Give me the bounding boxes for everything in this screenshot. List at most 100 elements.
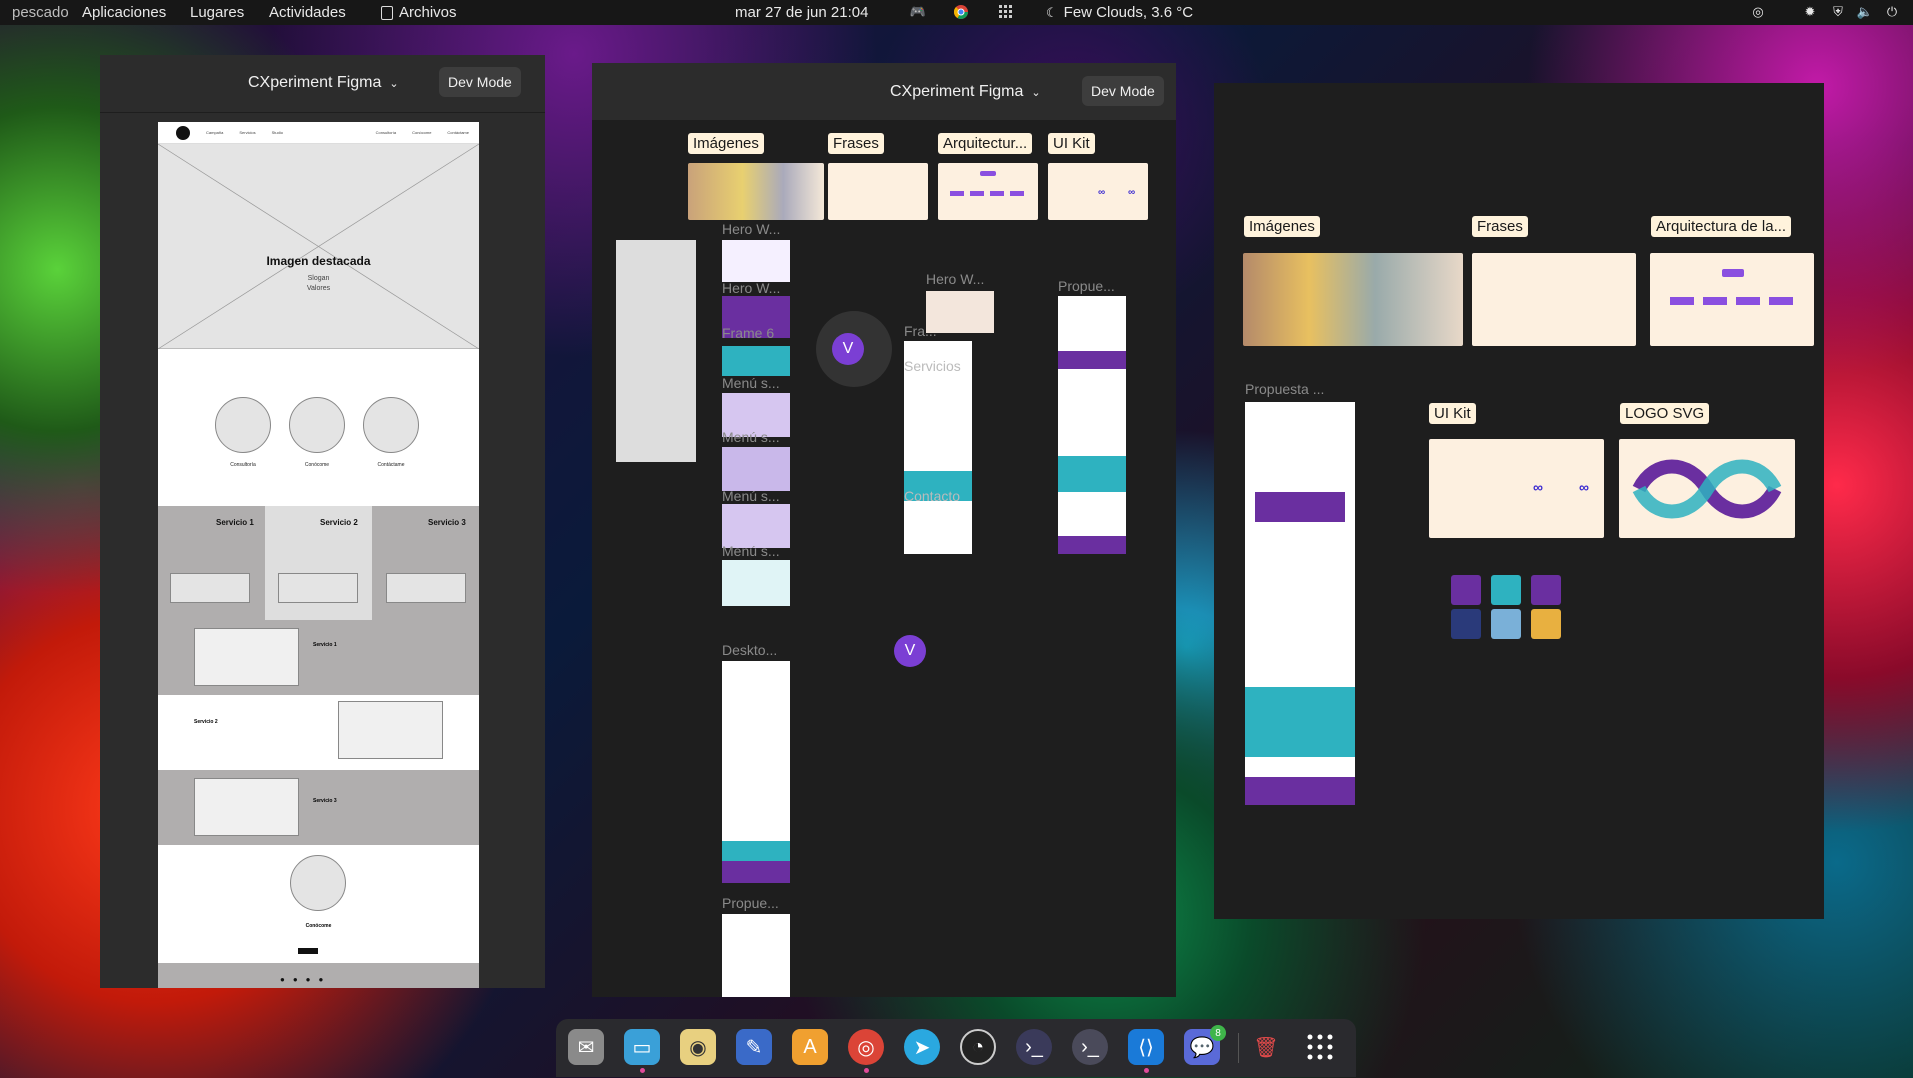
images-thumbnail[interactable] <box>688 163 824 220</box>
card-component[interactable] <box>1491 575 1521 605</box>
hero-frame[interactable] <box>722 240 790 282</box>
files-icon[interactable]: ▭ <box>624 1029 660 1065</box>
section-label[interactable]: Frases <box>828 133 884 154</box>
frame-label[interactable]: Hero W... <box>722 280 780 296</box>
card-component[interactable] <box>1531 575 1561 605</box>
circle-placeholder <box>289 397 345 453</box>
proposal-frame[interactable] <box>1245 402 1355 805</box>
menu-frame[interactable] <box>722 504 790 548</box>
section-label[interactable]: LOGO SVG <box>1620 403 1710 424</box>
frame-label[interactable]: Hero W... <box>926 271 984 287</box>
frame-label[interactable]: Menú s... <box>722 429 780 445</box>
row-title: Servicio 2 <box>194 719 218 725</box>
project-name-dropdown[interactable]: CXperiment Figma ⌄ <box>890 83 1041 101</box>
telegram-icon[interactable]: ➤ <box>904 1029 940 1065</box>
footer-section: ●●●● <box>158 963 479 988</box>
proposal-frame[interactable] <box>722 914 790 997</box>
terminal-icon[interactable]: ›_ <box>1016 1029 1052 1065</box>
grid-tray-icon[interactable] <box>998 4 1014 20</box>
app-grid-icon[interactable] <box>1302 1029 1338 1065</box>
glasses-icon[interactable]: ◎ <box>1750 4 1766 20</box>
power-icon[interactable]: ⏻ <box>1884 4 1900 20</box>
frame-label[interactable]: Propue... <box>722 895 779 911</box>
service-row: Servicio 2 <box>158 695 479 770</box>
frame-label[interactable]: Menú s... <box>722 543 780 559</box>
volume-icon[interactable]: 🔈 <box>1857 4 1873 20</box>
frame-label[interactable]: Propuesta ... <box>1245 381 1324 397</box>
about-section: Conócome <box>158 845 479 963</box>
frame-label[interactable]: Contacto <box>904 488 960 504</box>
shield-icon[interactable]: ⛨ <box>1830 4 1846 20</box>
presence-cursor-bubble[interactable]: V <box>816 311 892 387</box>
frame-label[interactable]: Menú s... <box>722 488 780 504</box>
chrome-tray-icon[interactable] <box>953 4 969 20</box>
frame-label[interactable]: Servicios <box>904 358 961 374</box>
ui-kit-thumbnail[interactable]: ∞ ∞ <box>1048 163 1148 220</box>
trash-icon[interactable]: 🗑 <box>1248 1029 1284 1065</box>
weather-label: Few Clouds, 3.6 °C <box>1063 4 1194 21</box>
nav-link: Contáctame <box>447 130 469 135</box>
circle-label: Conócome <box>304 462 330 468</box>
brightness-icon[interactable]: ✹ <box>1802 4 1818 20</box>
places-menu[interactable]: Lugares <box>190 4 244 21</box>
images-thumbnail[interactable] <box>1243 253 1463 346</box>
frame-label[interactable]: Propue... <box>1058 278 1115 294</box>
architecture-thumbnail[interactable] <box>938 163 1038 220</box>
activities-button[interactable]: Actividades <box>269 4 346 21</box>
section-label[interactable]: UI Kit <box>1429 403 1476 424</box>
wireframe-page[interactable]: Campaña Servicios Studio Consultoría Con… <box>158 122 479 988</box>
text-editor-icon[interactable]: ✎ <box>736 1029 772 1065</box>
frame-label[interactable]: Frame 6 <box>722 325 774 341</box>
phrases-thumbnail[interactable] <box>1472 253 1636 346</box>
dev-mode-button[interactable]: Dev Mode <box>1082 76 1164 106</box>
obs-icon[interactable]: ◔ <box>960 1029 996 1065</box>
chrome-icon[interactable]: ◎ <box>848 1029 884 1065</box>
wireframe-mini-frame[interactable] <box>616 240 696 462</box>
architecture-thumbnail[interactable] <box>1650 253 1814 346</box>
section-label[interactable]: Frases <box>1472 216 1528 237</box>
card-component[interactable] <box>1451 575 1481 605</box>
frame-label[interactable]: Deskto... <box>722 642 777 658</box>
clock[interactable]: mar 27 de jun 21:04 <box>735 4 868 21</box>
section-label[interactable]: Imágenes <box>1244 216 1320 237</box>
applications-menu[interactable]: Aplicaciones <box>82 4 166 21</box>
frame-6[interactable] <box>722 346 790 376</box>
section-label[interactable]: Arquitectur... <box>938 133 1033 154</box>
hero-section: Imagen destacada Slogan Valores <box>158 144 479 349</box>
desktop-frame[interactable] <box>722 661 790 883</box>
menu-frame[interactable] <box>722 447 790 491</box>
vscode-icon[interactable]: ⟨⟩ <box>1128 1029 1164 1065</box>
logo-icon <box>1632 459 1782 519</box>
section-label[interactable]: Imágenes <box>688 133 764 154</box>
image-component[interactable] <box>1451 609 1481 639</box>
frame-label[interactable]: Menú s... <box>722 375 780 391</box>
dev-mode-button[interactable]: Dev Mode <box>439 67 521 97</box>
image-placeholder <box>158 144 479 349</box>
image-component[interactable] <box>1531 609 1561 639</box>
user-avatar[interactable]: V <box>832 333 864 365</box>
circle-placeholder <box>363 397 419 453</box>
ui-kit-thumbnail[interactable]: ∞ ∞ <box>1429 439 1604 538</box>
files-label: Archivos <box>399 4 457 21</box>
terminal-alt-icon[interactable]: ›_ <box>1072 1029 1108 1065</box>
weather-indicator[interactable]: ☾ Few Clouds, 3.6 °C <box>1046 4 1193 21</box>
menu-frame[interactable] <box>722 560 790 606</box>
files-app-menu[interactable]: Archivos <box>381 4 457 21</box>
mail-icon[interactable]: ✉ <box>568 1029 604 1065</box>
discord-tray-icon[interactable]: 🎮 <box>910 4 926 20</box>
wireframe-nav: Campaña Servicios Studio Consultoría Con… <box>158 122 479 144</box>
user-avatar[interactable]: V <box>894 635 926 667</box>
image-component[interactable] <box>1491 609 1521 639</box>
rhythmbox-icon[interactable]: ◉ <box>680 1029 716 1065</box>
frame-label[interactable]: Fra... <box>904 323 937 339</box>
proposal-frame[interactable] <box>1058 296 1126 554</box>
section-label[interactable]: Arquitectura de la... <box>1651 216 1792 237</box>
project-name-dropdown[interactable]: CXperiment Figma ⌄ <box>248 74 399 92</box>
frame-label[interactable]: Hero W... <box>722 221 780 237</box>
phrases-thumbnail[interactable] <box>828 163 928 220</box>
software-store-icon[interactable]: A <box>792 1029 828 1065</box>
logo-svg-thumbnail[interactable] <box>1619 439 1795 538</box>
section-label[interactable]: UI Kit <box>1048 133 1095 154</box>
figma-window-canvas: CXperiment Figma ⌄ Dev Mode Imágenes Fra… <box>592 63 1176 997</box>
files-icon <box>381 5 393 20</box>
